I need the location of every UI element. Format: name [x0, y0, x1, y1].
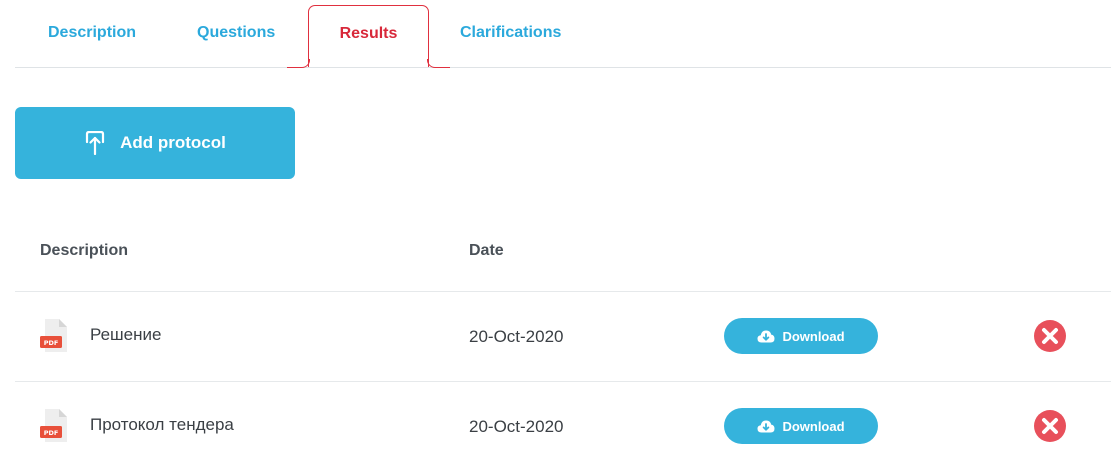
- delete-x-icon: [1034, 410, 1066, 442]
- column-header-date: Date: [469, 242, 504, 259]
- table-row: PDF Протокол тендера 20-Oct-2020 Downloa…: [15, 382, 1111, 467]
- tab-clarifications[interactable]: Clarifications: [460, 24, 561, 42]
- download-label: Download: [782, 418, 845, 434]
- cloud-download-icon: [757, 330, 775, 343]
- column-header-description: Description: [40, 242, 129, 259]
- tab-bar: Description Questions Results Clarificat…: [15, 0, 1111, 68]
- add-protocol-label: Add protocol: [120, 133, 226, 152]
- tab-divider: [15, 67, 1111, 68]
- delete-button[interactable]: [1033, 409, 1067, 443]
- delete-x-icon: [1034, 320, 1066, 352]
- table-row: PDF Решение 20-Oct-2020 Download: [15, 292, 1111, 381]
- upload-icon: [86, 131, 105, 155]
- tab-results[interactable]: Results: [287, 5, 450, 68]
- document-name: Протокол тендера: [90, 415, 234, 434]
- download-label: Download: [782, 328, 845, 344]
- document-date: 20-Oct-2020: [469, 327, 564, 346]
- download-button[interactable]: Download: [724, 318, 878, 354]
- page: Description Questions Results Clarificat…: [0, 0, 1111, 467]
- delete-button[interactable]: [1033, 319, 1067, 353]
- add-protocol-button[interactable]: Add protocol: [15, 107, 295, 179]
- tab-questions[interactable]: Questions: [197, 24, 275, 42]
- document-date: 20-Oct-2020: [469, 417, 564, 436]
- pdf-file-icon: PDF: [40, 409, 67, 442]
- pdf-badge-text: PDF: [44, 339, 59, 347]
- pdf-file-icon: PDF: [40, 319, 67, 352]
- cloud-download-icon: [757, 420, 775, 433]
- tab-description[interactable]: Description: [48, 24, 136, 42]
- download-button[interactable]: Download: [724, 408, 878, 444]
- pdf-badge-text: PDF: [44, 429, 59, 437]
- document-name: Решение: [90, 325, 162, 344]
